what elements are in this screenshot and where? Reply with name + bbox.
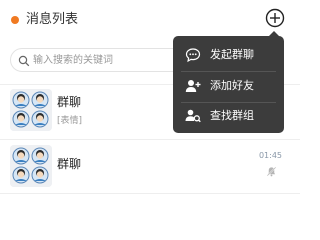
chat-list-item[interactable]: 群聊 01:45 [0,145,300,199]
chat-name: 群聊 [57,95,82,109]
menu-item-label: 添加好友 [210,79,254,92]
search-icon [18,55,30,67]
menu-item-find-group[interactable]: 查找群组 [173,101,284,131]
divider [0,193,300,194]
title-accent-dot [11,16,19,24]
group-avatar-icon [10,89,52,131]
menu-item-start-group-chat[interactable]: 发起群聊 [173,40,284,70]
plus-circle-icon[interactable] [265,8,285,28]
menu-item-add-friend[interactable]: 添加好友 [173,71,284,101]
chat-name: 群聊 [57,157,82,171]
menu-item-label: 查找群组 [210,109,254,122]
add-user-icon [185,80,201,92]
group-avatar-icon [10,145,52,187]
mute-bell-icon [266,166,277,177]
divider [0,139,300,140]
find-group-icon [185,109,201,123]
header: 消息列表 [0,0,300,40]
page-title: 消息列表 [26,12,79,27]
menu-item-label: 发起群聊 [210,48,254,61]
popup-arrow [269,31,279,36]
chat-bubble-icon [185,48,201,63]
add-menu-popup: 发起群聊 添加好友 查找群组 [173,31,284,133]
chat-preview: [表情] [57,116,83,126]
chat-time: 01:45 [258,151,282,160]
